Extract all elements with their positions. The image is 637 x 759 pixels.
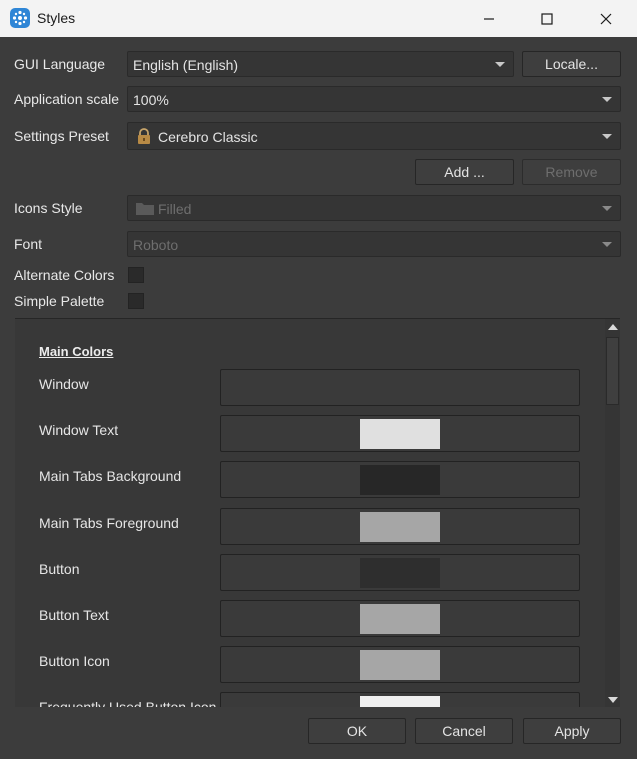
minimize-button[interactable] <box>460 0 518 37</box>
color-label: Button <box>39 561 80 577</box>
settings-preset-combo[interactable]: Cerebro Classic <box>127 122 621 150</box>
gui-language-value: English (English) <box>133 57 239 73</box>
color-picker-button[interactable] <box>220 600 580 637</box>
lock-icon <box>135 127 153 148</box>
chevron-down-icon <box>602 206 612 211</box>
icons-style-label: Icons Style <box>14 200 83 216</box>
chevron-down-icon <box>602 97 612 102</box>
color-label: Button Text <box>39 607 109 623</box>
gui-language-label: GUI Language <box>14 56 106 72</box>
colors-scroll-panel: Main Colors Window Window Text Main Tabs… <box>15 318 620 707</box>
color-picker-button[interactable] <box>220 369 580 406</box>
color-picker-button[interactable] <box>220 461 580 498</box>
close-button[interactable] <box>577 0 635 37</box>
color-label: Button Icon <box>39 653 110 669</box>
color-swatch <box>360 604 440 634</box>
app-logo-icon <box>10 8 30 28</box>
color-swatch <box>360 373 440 403</box>
chevron-down-icon <box>495 62 505 67</box>
color-label: Main Tabs Foreground <box>39 515 179 531</box>
minimize-icon <box>484 17 494 20</box>
ok-button[interactable]: OK <box>308 718 406 744</box>
color-label: Window <box>39 376 89 392</box>
settings-preset-value: Cerebro Classic <box>158 129 258 145</box>
add-preset-button[interactable]: Add ... <box>415 159 514 185</box>
simple-palette-label: Simple Palette <box>14 293 105 309</box>
maximize-button[interactable] <box>518 0 576 37</box>
color-row-main-tabs-foreground: Main Tabs Foreground <box>15 505 605 545</box>
color-picker-button[interactable] <box>220 508 580 545</box>
color-label: Window Text <box>39 422 119 438</box>
scroll-up-icon[interactable] <box>608 324 618 330</box>
alternate-colors-checkbox[interactable] <box>128 267 144 283</box>
font-label: Font <box>14 236 43 252</box>
chevron-down-icon <box>602 242 612 247</box>
color-row-main-tabs-background: Main Tabs Background <box>15 458 605 498</box>
color-row-window: Window <box>15 366 605 406</box>
close-icon <box>600 13 612 24</box>
scrollbar-thumb[interactable] <box>606 337 619 405</box>
simple-palette-checkbox[interactable] <box>128 293 144 309</box>
gui-language-combo[interactable]: English (English) <box>127 51 514 77</box>
color-row-frequently-used-button-icon: Frequently Used Button Icon <box>15 689 605 707</box>
alternate-colors-label: Alternate Colors <box>14 267 115 283</box>
cancel-button[interactable]: Cancel <box>415 718 513 744</box>
color-swatch <box>360 512 440 542</box>
app-scale-combo[interactable]: 100% <box>127 86 621 112</box>
color-label: Main Tabs Background <box>39 468 182 484</box>
color-picker-button[interactable] <box>220 692 580 707</box>
icons-style-combo[interactable]: Filled <box>127 195 621 221</box>
color-row-button: Button <box>15 551 605 591</box>
scroll-down-icon[interactable] <box>608 697 618 703</box>
icons-style-value: Filled <box>158 201 192 217</box>
maximize-icon <box>541 12 553 25</box>
title-bar: Styles <box>0 0 637 37</box>
dialog-client-area: GUI Language English (English) Locale...… <box>1 37 636 758</box>
main-colors-heading: Main Colors <box>39 344 114 359</box>
color-swatch <box>360 465 440 495</box>
color-row-button-icon: Button Icon <box>15 643 605 683</box>
window-title: Styles <box>37 10 76 26</box>
apply-button[interactable]: Apply <box>523 718 621 744</box>
folder-icon <box>135 200 155 219</box>
color-label: Frequently Used Button Icon <box>39 699 217 707</box>
locale-button[interactable]: Locale... <box>522 51 621 77</box>
app-scale-value: 100% <box>133 92 169 108</box>
vertical-scrollbar[interactable] <box>605 319 620 707</box>
color-row-window-text: Window Text <box>15 412 605 452</box>
color-picker-button[interactable] <box>220 554 580 591</box>
color-swatch <box>360 650 440 680</box>
font-value: Roboto <box>133 237 179 253</box>
color-swatch <box>360 558 440 588</box>
color-swatch <box>360 419 440 449</box>
color-row-button-text: Button Text <box>15 597 605 637</box>
app-scale-label: Application scale <box>14 91 120 107</box>
color-picker-button[interactable] <box>220 646 580 683</box>
color-picker-button[interactable] <box>220 415 580 452</box>
color-swatch <box>360 696 440 707</box>
font-combo[interactable]: Roboto <box>127 231 621 257</box>
settings-preset-label: Settings Preset <box>14 128 109 144</box>
chevron-down-icon <box>602 134 612 139</box>
remove-preset-button[interactable]: Remove <box>522 159 621 185</box>
